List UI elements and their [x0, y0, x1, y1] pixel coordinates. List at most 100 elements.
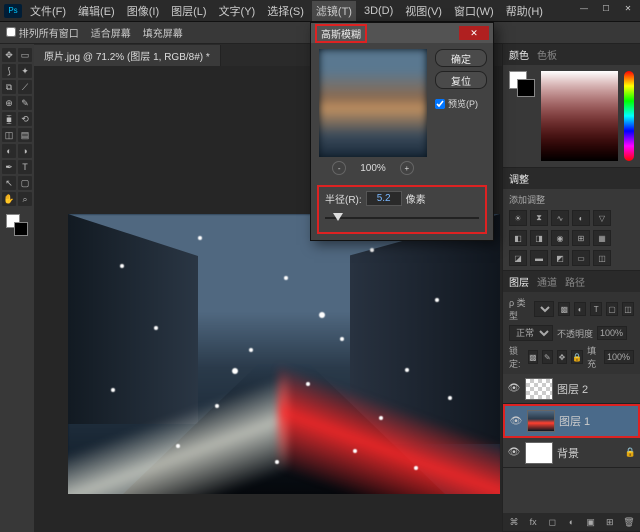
filter-shape-icon[interactable]: ▢ — [606, 302, 618, 316]
shape-tool[interactable]: ▢ — [18, 176, 32, 190]
adj-photo-filter-icon[interactable]: ◉ — [551, 230, 569, 246]
menu-window[interactable]: 窗口(W) — [450, 1, 498, 21]
lock-all-icon[interactable]: 🔒 — [571, 350, 583, 364]
adj-levels-icon[interactable]: ⧗ — [530, 210, 548, 226]
color-field[interactable] — [541, 71, 618, 161]
adjustment-icon[interactable]: ◐ — [564, 515, 578, 529]
eraser-tool[interactable]: ◫ — [2, 128, 16, 142]
adj-hue-icon[interactable]: ◧ — [509, 230, 527, 246]
mask-icon[interactable]: ◻ — [545, 515, 559, 529]
layer-thumb[interactable] — [525, 378, 553, 400]
crop-tool[interactable]: ⧉ — [2, 80, 16, 94]
layer-row-selected[interactable]: 👁 图层 1 — [503, 404, 640, 438]
opacity-input[interactable] — [597, 326, 627, 340]
filter-pixel-icon[interactable]: ▩ — [558, 302, 570, 316]
tab-paths[interactable]: 路径 — [565, 274, 585, 289]
move-tool[interactable]: ✥ — [2, 48, 16, 62]
menu-view[interactable]: 视图(V) — [401, 1, 446, 21]
layer-row[interactable]: 👁 图层 2 — [503, 374, 640, 404]
lock-trans-icon[interactable]: ▩ — [528, 350, 539, 364]
blend-mode-select[interactable]: 正常 — [509, 325, 553, 341]
tab-layers[interactable]: 图层 — [509, 274, 529, 289]
layer-row[interactable]: 👁 背景 🔒 — [503, 438, 640, 468]
hand-tool[interactable]: ✋ — [2, 192, 16, 206]
maximize-button[interactable]: ☐ — [596, 2, 616, 14]
brush-tool[interactable]: ✎ — [18, 96, 32, 110]
adj-brightness-icon[interactable]: ☀ — [509, 210, 527, 226]
blur-tool[interactable]: ◐ — [2, 144, 16, 158]
minimize-button[interactable]: — — [574, 2, 594, 14]
trash-icon[interactable]: 🗑 — [622, 515, 636, 529]
visibility-icon[interactable]: 👁 — [507, 446, 521, 460]
pen-tool[interactable]: ✒ — [2, 160, 16, 174]
lasso-tool[interactable]: ⟆ — [2, 64, 16, 78]
adj-poster-icon[interactable]: ▬ — [530, 250, 548, 266]
opt-fill[interactable]: 填充屏幕 — [143, 25, 183, 40]
menu-type[interactable]: 文字(Y) — [215, 1, 260, 21]
adj-threshold-icon[interactable]: ◩ — [551, 250, 569, 266]
group-icon[interactable]: ▣ — [584, 515, 598, 529]
zoom-out-button[interactable]: - — [332, 161, 346, 175]
layer-kind-select[interactable] — [534, 301, 554, 317]
adj-invert-icon[interactable]: ◪ — [509, 250, 527, 266]
lock-pixel-icon[interactable]: ✎ — [542, 350, 553, 364]
adj-vibrance-icon[interactable]: ▽ — [593, 210, 611, 226]
radius-slider[interactable] — [325, 212, 479, 224]
panel-swatches[interactable] — [509, 71, 535, 97]
close-button[interactable]: ✕ — [618, 2, 638, 14]
history-brush-tool[interactable]: ⟲ — [18, 112, 32, 126]
dialog-close-button[interactable]: ✕ — [459, 26, 489, 40]
menu-layer[interactable]: 图层(L) — [167, 1, 210, 21]
layer-name[interactable]: 图层 2 — [557, 381, 588, 397]
preview-thumbnail[interactable] — [319, 49, 427, 157]
menu-filter[interactable]: 滤镜(T) — [312, 1, 356, 21]
stamp-tool[interactable]: ⧯ — [2, 112, 16, 126]
window-controls[interactable]: — ☐ ✕ — [574, 2, 638, 14]
tab-color[interactable]: 颜色 — [509, 47, 529, 62]
adj-exposure-icon[interactable]: ◐ — [572, 210, 590, 226]
preview-checkbox[interactable]: 预览(P) — [435, 97, 487, 110]
zoom-in-button[interactable]: + — [400, 161, 414, 175]
menu-select[interactable]: 选择(S) — [263, 1, 308, 21]
menu-3d[interactable]: 3D(D) — [360, 3, 397, 19]
zoom-tool[interactable]: ⌕ — [18, 192, 32, 206]
adj-bw-icon[interactable]: ◨ — [530, 230, 548, 246]
link-icon[interactable]: ⌘ — [507, 515, 521, 529]
canvas-image[interactable] — [68, 214, 500, 494]
new-layer-icon[interactable]: ⊞ — [603, 515, 617, 529]
adj-gradmap-icon[interactable]: ▭ — [572, 250, 590, 266]
visibility-icon[interactable]: 👁 — [509, 414, 523, 428]
menu-file[interactable]: 文件(F) — [26, 1, 70, 21]
opt-fit[interactable]: 适合屏幕 — [91, 25, 131, 40]
dodge-tool[interactable]: ◑ — [18, 144, 32, 158]
type-tool[interactable]: T — [18, 160, 32, 174]
filter-adjust-icon[interactable]: ◐ — [574, 302, 586, 316]
adj-curves-icon[interactable]: ∿ — [551, 210, 569, 226]
adj-mixer-icon[interactable]: ⊞ — [572, 230, 590, 246]
adj-selcolor-icon[interactable]: ◫ — [593, 250, 611, 266]
layer-name[interactable]: 背景 — [557, 445, 579, 461]
layer-thumb[interactable] — [525, 442, 553, 464]
ok-button[interactable]: 确定 — [435, 49, 487, 67]
tab-swatches[interactable]: 色板 — [537, 47, 557, 62]
menu-help[interactable]: 帮助(H) — [502, 1, 547, 21]
layer-name[interactable]: 图层 1 — [559, 413, 590, 429]
marquee-tool[interactable]: ▭ — [18, 48, 32, 62]
document-tab[interactable]: 原片.jpg @ 71.2% (图层 1, RGB/8#) * — [34, 45, 221, 66]
path-tool[interactable]: ↖ — [2, 176, 16, 190]
tab-channels[interactable]: 通道 — [537, 274, 557, 289]
menu-image[interactable]: 图像(I) — [123, 1, 163, 21]
gradient-tool[interactable]: ▤ — [18, 128, 32, 142]
lock-pos-icon[interactable]: ✥ — [557, 350, 568, 364]
gaussian-blur-dialog[interactable]: 高斯模糊 ✕ - 100% + 确定 复位 预览(P) 半径(R): 像素 — [310, 22, 494, 241]
eyedropper-tool[interactable]: ⟋ — [18, 80, 32, 94]
visibility-icon[interactable]: 👁 — [507, 382, 521, 396]
opt-arrange[interactable]: 排列所有窗口 — [6, 25, 79, 40]
heal-tool[interactable]: ⊕ — [2, 96, 16, 110]
hue-slider[interactable] — [624, 71, 634, 161]
radius-input[interactable] — [366, 191, 402, 206]
wand-tool[interactable]: ✦ — [18, 64, 32, 78]
fx-icon[interactable]: fx — [526, 515, 540, 529]
color-swatches[interactable] — [6, 214, 28, 236]
tab-adjust[interactable]: 调整 — [509, 171, 529, 186]
